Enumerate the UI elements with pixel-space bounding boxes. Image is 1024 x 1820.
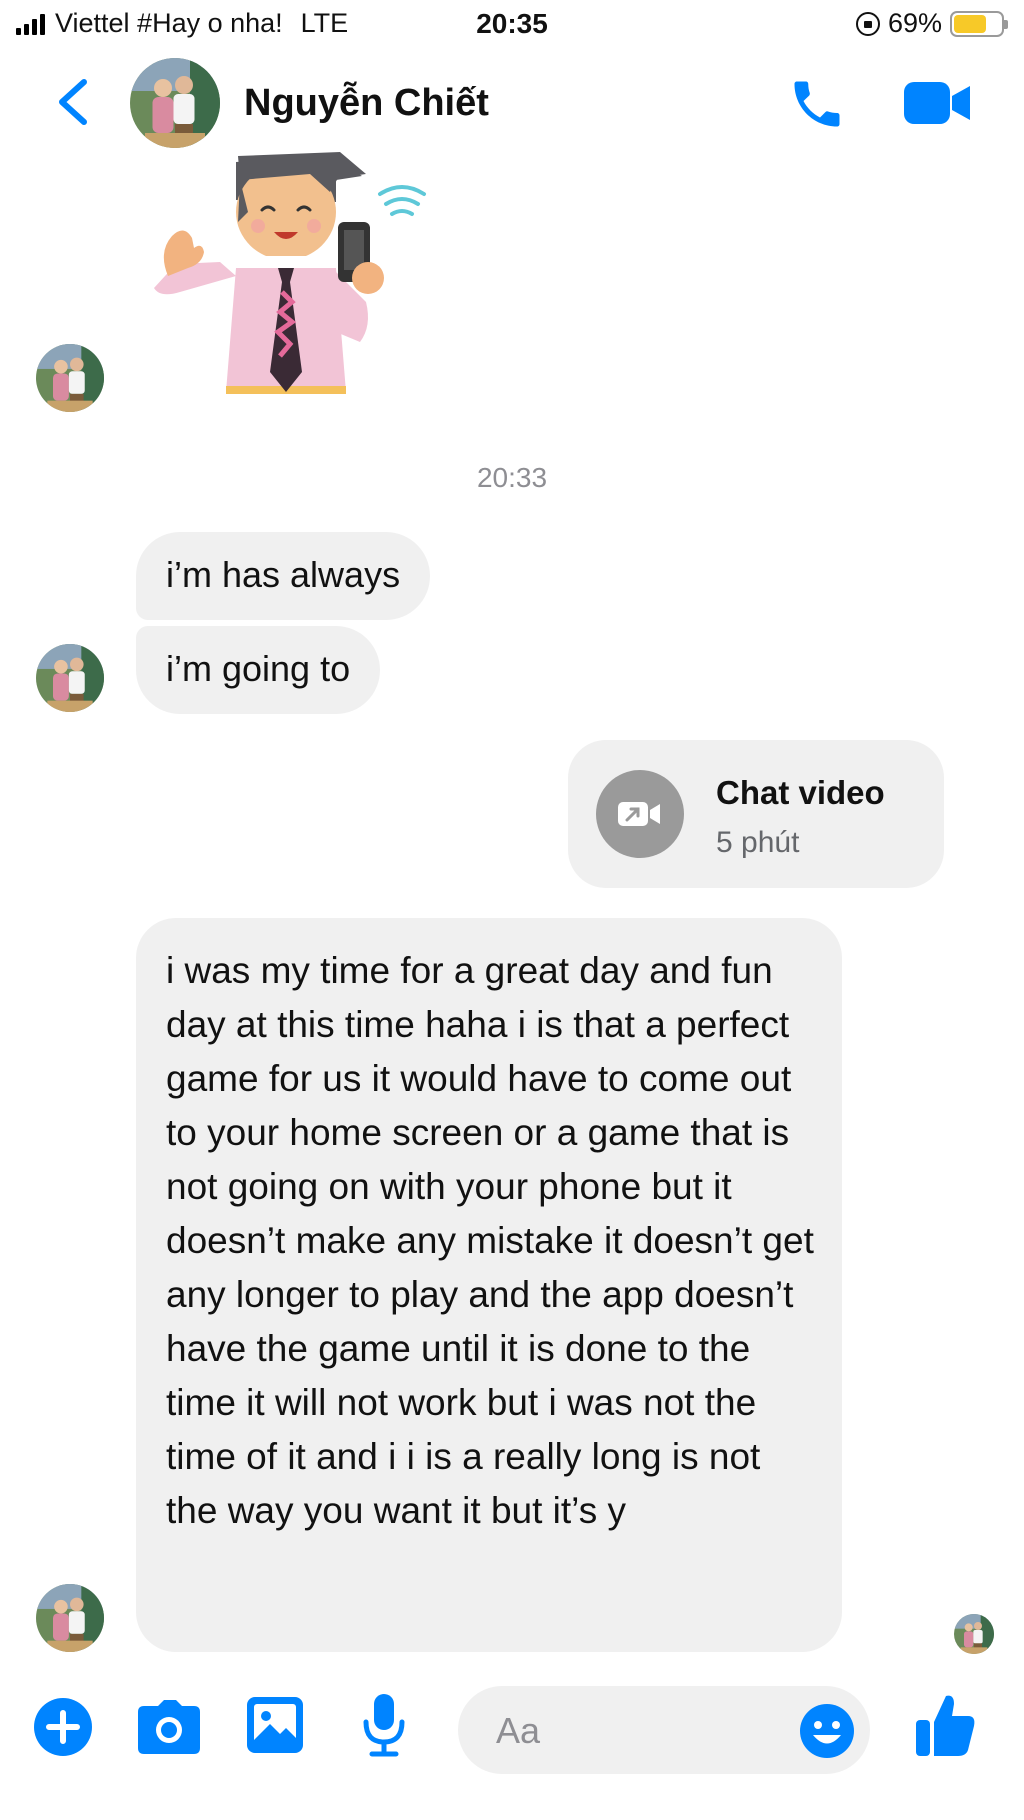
video-call-button[interactable]	[902, 76, 974, 130]
message-input-placeholder: Aa	[496, 1710, 541, 1751]
message-input[interactable]: Aa	[458, 1686, 870, 1774]
phone-call-icon	[794, 81, 840, 127]
contact-avatar[interactable]	[130, 58, 220, 148]
contact-name[interactable]: Nguyễn Chiết	[244, 82, 489, 125]
chat-header: Nguyễn Chiết	[0, 52, 1024, 152]
message-composer: Aa	[0, 1670, 1024, 1820]
read-receipt-avatar	[954, 1614, 994, 1654]
emoji-icon	[800, 1704, 854, 1758]
thumbs-up-icon	[916, 1695, 975, 1756]
plus-icon	[34, 1698, 92, 1756]
like-button[interactable]	[914, 1692, 976, 1763]
sender-avatar[interactable]	[36, 344, 104, 412]
microphone-icon	[363, 1694, 405, 1757]
emoji-button[interactable]	[798, 1702, 856, 1760]
waving-person-sticker[interactable]	[140, 152, 430, 412]
status-bar: Viettel #Hay o nha! LTE 20:35 69%	[0, 0, 1024, 52]
more-actions-button[interactable]	[32, 1696, 94, 1763]
voice-call-button[interactable]	[786, 74, 848, 134]
back-button[interactable]	[48, 72, 98, 132]
incoming-message-bubble[interactable]: i’m has always	[136, 532, 431, 620]
battery-percent: 69%	[887, 8, 942, 38]
status-right: 69%	[855, 8, 1008, 39]
incoming-long-message-bubble[interactable]: i was my time for a great day and fun da…	[136, 918, 842, 1652]
back-chevron-icon	[59, 79, 87, 125]
video-call-icon	[904, 82, 970, 124]
video-chat-card[interactable]: Chat video 5 phút	[568, 740, 944, 888]
camera-icon	[138, 1700, 200, 1754]
video-camera-icon	[618, 802, 660, 826]
voice-message-button[interactable]	[360, 1692, 408, 1763]
gallery-button[interactable]	[244, 1694, 306, 1761]
video-chat-duration: 5 phút	[716, 826, 800, 859]
battery-icon	[950, 10, 1008, 37]
sticker-image	[154, 152, 426, 394]
battery-level	[954, 14, 986, 33]
message-timestamp: 20:33	[476, 462, 548, 493]
incoming-message-bubble[interactable]: i’m going to	[136, 626, 381, 714]
sender-avatar[interactable]	[36, 644, 104, 712]
camera-button[interactable]	[136, 1696, 202, 1763]
video-chat-circle	[596, 770, 684, 858]
video-chat-title: Chat video	[716, 774, 885, 811]
sender-avatar[interactable]	[36, 1584, 104, 1652]
image-icon	[247, 1697, 303, 1753]
orientation-lock-icon	[855, 11, 880, 36]
